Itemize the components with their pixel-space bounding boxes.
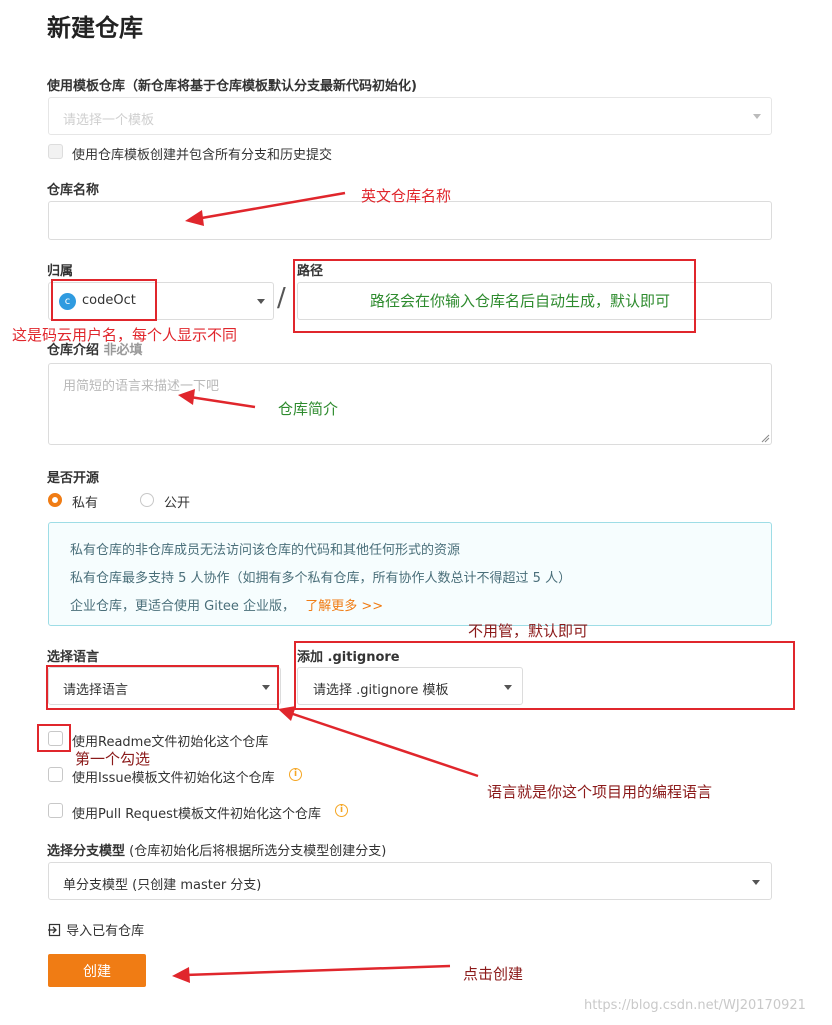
arrow-description — [178, 389, 256, 409]
arrow-language — [278, 706, 479, 778]
annotation-arrows — [172, 191, 479, 983]
watermark: https://blog.csdn.net/WJ20170921 — [584, 998, 806, 1013]
arrow-create — [172, 964, 451, 983]
arrow-repo-name — [185, 191, 346, 226]
